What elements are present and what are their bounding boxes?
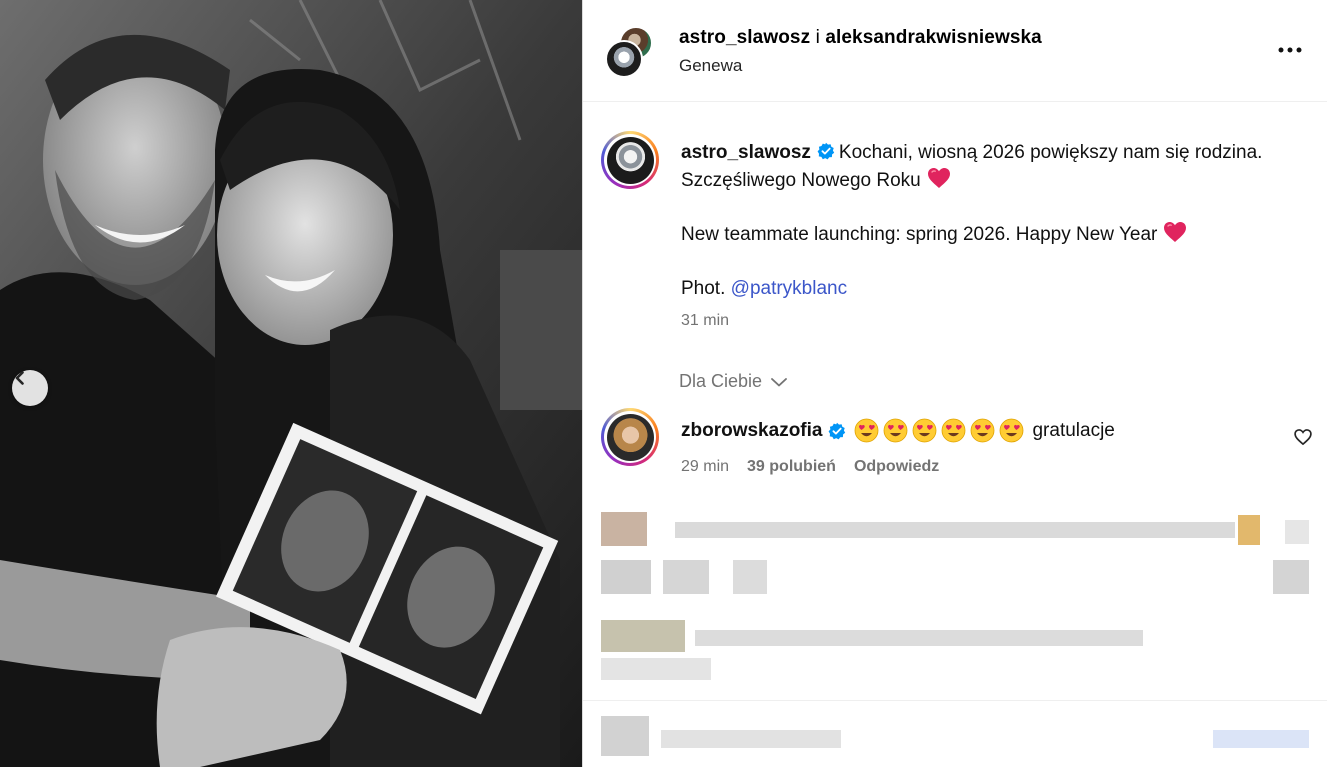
- commenter-avatar[interactable]: [601, 408, 659, 466]
- comment-sort-dropdown[interactable]: Dla Ciebie: [679, 371, 788, 392]
- caption-line-1: Kochani, wiosną 2026 powiększy nam się r…: [838, 142, 1263, 163]
- caption-username[interactable]: astro_slawosz: [681, 142, 811, 163]
- post-location[interactable]: Genewa: [679, 56, 742, 76]
- more-options-button[interactable]: [1276, 36, 1304, 64]
- photo-illustration: [0, 0, 582, 767]
- previous-photo-button[interactable]: [12, 370, 48, 406]
- caption-line-3: New teammate launching: spring 2026. Hap…: [681, 224, 1158, 245]
- avatar-primary: [605, 40, 643, 78]
- owners-joiner: i: [815, 27, 820, 48]
- post-caption: astro_slawosz Kochani, wiosną 2026 powięk…: [681, 139, 1311, 303]
- more-horizontal-icon: [1278, 47, 1302, 53]
- caption-line-2: Szczęśliwego Nowego Roku: [681, 170, 921, 191]
- heart-eyes-emoji-icon: [913, 418, 937, 443]
- comment-username[interactable]: zborowskazofia: [681, 420, 822, 442]
- verified-badge-icon: [817, 142, 835, 160]
- heart-eyes-emoji-icon: [855, 418, 879, 443]
- verified-badge-icon: [829, 422, 846, 439]
- red-heart-emoji-icon: [1164, 222, 1187, 242]
- heart-eyes-emoji-icon: [884, 418, 908, 443]
- red-heart-emoji-icon: [927, 168, 950, 188]
- caption-author-avatar[interactable]: [601, 131, 659, 189]
- avatar-image: [606, 136, 654, 184]
- post-photo: [0, 0, 582, 767]
- comment-likes-count[interactable]: 39 polubień: [747, 458, 836, 476]
- comment-meta: 29 min 39 polubień Odpowiedz: [681, 458, 939, 476]
- photographer-mention-link[interactable]: @patrykblanc: [731, 278, 847, 299]
- post-header: astro_slawosz i aleksandrakwisniewska Ge…: [583, 0, 1327, 102]
- footer-divider: [583, 700, 1327, 701]
- chevron-left-icon: [15, 371, 24, 385]
- comment-text: gratulacje: [1032, 419, 1115, 441]
- comment-sort-label: Dla Ciebie: [679, 371, 763, 391]
- heart-eyes-emoji-icon: [1000, 418, 1024, 443]
- collab-avatars[interactable]: [605, 26, 657, 78]
- post-details-panel: astro_slawosz i aleksandrakwisniewska Ge…: [582, 0, 1327, 767]
- comment-body: zborowskazofia gratulacje: [681, 418, 1115, 443]
- heart-eyes-emoji-icon: [971, 418, 995, 443]
- photo-credit-prefix: Phot.: [681, 278, 726, 299]
- heart-outline-icon[interactable]: [1293, 427, 1313, 447]
- heart-eyes-emoji-icon: [942, 418, 966, 443]
- caption-timestamp[interactable]: 31 min: [681, 312, 729, 330]
- comment-timestamp[interactable]: 29 min: [681, 458, 729, 476]
- owner-username[interactable]: astro_slawosz: [679, 27, 810, 48]
- post-owners: astro_slawosz i aleksandrakwisniewska: [679, 27, 1042, 49]
- heart-eyes-emoji-row: [854, 418, 1024, 443]
- reply-button[interactable]: Odpowiedz: [854, 458, 939, 476]
- collaborator-username[interactable]: aleksandrakwisniewska: [825, 27, 1042, 48]
- chevron-down-icon: [771, 377, 787, 386]
- avatar-image: [606, 413, 654, 461]
